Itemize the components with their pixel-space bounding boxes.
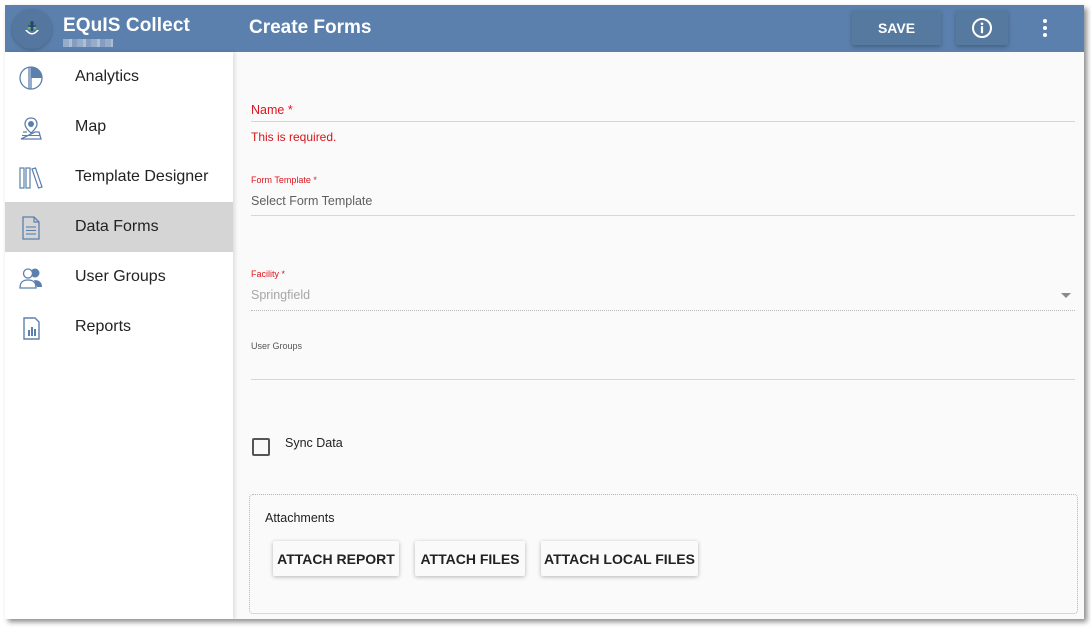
sidebar-item-label: Template Designer <box>75 168 209 185</box>
attach-local-files-button[interactable]: ATTACH LOCAL FILES <box>541 541 698 576</box>
attachments-title: Attachments <box>265 511 335 525</box>
name-field-label: Name * <box>251 103 293 117</box>
sidebar-item-label: Analytics <box>75 68 140 85</box>
sidebar-item-data-forms[interactable]: Data Forms <box>5 202 233 252</box>
user-groups-input[interactable] <box>251 379 1075 380</box>
app-window: EQuIS Collect Create Forms SAVE Analytic… <box>5 5 1084 619</box>
name-error-message: This is required. <box>251 130 337 144</box>
sidebar-item-map[interactable]: Map <box>5 102 233 152</box>
dropdown-arrow-icon[interactable] <box>1061 293 1071 298</box>
sidebar-item-label: User Groups <box>75 268 166 285</box>
sync-data-checkbox[interactable] <box>252 438 270 456</box>
app-header: EQuIS Collect Create Forms SAVE <box>5 5 1084 52</box>
users-icon <box>18 265 44 291</box>
more-vertical-icon-dot <box>1043 33 1047 37</box>
more-vertical-icon-dot <box>1043 19 1047 23</box>
save-button[interactable]: SAVE <box>852 10 941 45</box>
equis-logo-icon[interactable] <box>12 9 52 49</box>
facility-label: Facility * <box>251 269 286 279</box>
name-input[interactable] <box>251 121 1075 122</box>
attach-report-button[interactable]: ATTACH REPORT <box>273 541 399 576</box>
page-title: Create Forms <box>249 17 372 38</box>
library-books-icon <box>18 165 44 191</box>
sidebar-item-reports[interactable]: Reports <box>5 302 233 352</box>
app-subtitle-redacted <box>63 39 113 47</box>
form-template-select[interactable]: Select Form Template <box>251 194 1075 208</box>
sidebar-nav: Analytics Map Template Designer Data For… <box>5 52 233 619</box>
attachments-section: Attachments ATTACH REPORT ATTACH FILES A… <box>249 494 1078 614</box>
sidebar-item-label: Map <box>75 118 107 135</box>
document-icon <box>18 215 44 241</box>
sidebar-item-template-designer[interactable]: Template Designer <box>5 152 233 202</box>
attach-files-button[interactable]: ATTACH FILES <box>415 541 525 576</box>
form-template-underline <box>251 215 1075 216</box>
sync-data-label: Sync Data <box>285 436 343 450</box>
map-pin-icon <box>18 115 44 141</box>
sidebar-item-label: Reports <box>75 318 132 335</box>
facility-select[interactable]: Springfield <box>251 288 1075 302</box>
user-groups-label: User Groups <box>251 341 303 351</box>
sidebar-item-user-groups[interactable]: User Groups <box>5 252 233 302</box>
more-vertical-icon-dot <box>1043 26 1047 30</box>
pie-chart-icon <box>18 65 44 91</box>
sidebar-item-label: Data Forms <box>75 218 159 235</box>
app-title: EQuIS Collect <box>63 15 190 36</box>
facility-underline <box>251 310 1075 311</box>
create-form-panel: Name * This is required. Form Template *… <box>233 52 1084 619</box>
report-chart-icon <box>18 315 44 341</box>
sidebar-item-analytics[interactable]: Analytics <box>5 52 233 102</box>
more-options-button[interactable] <box>1033 15 1057 41</box>
info-circle-icon <box>972 17 992 38</box>
info-button[interactable] <box>956 10 1008 45</box>
form-template-label: Form Template * <box>251 175 317 185</box>
